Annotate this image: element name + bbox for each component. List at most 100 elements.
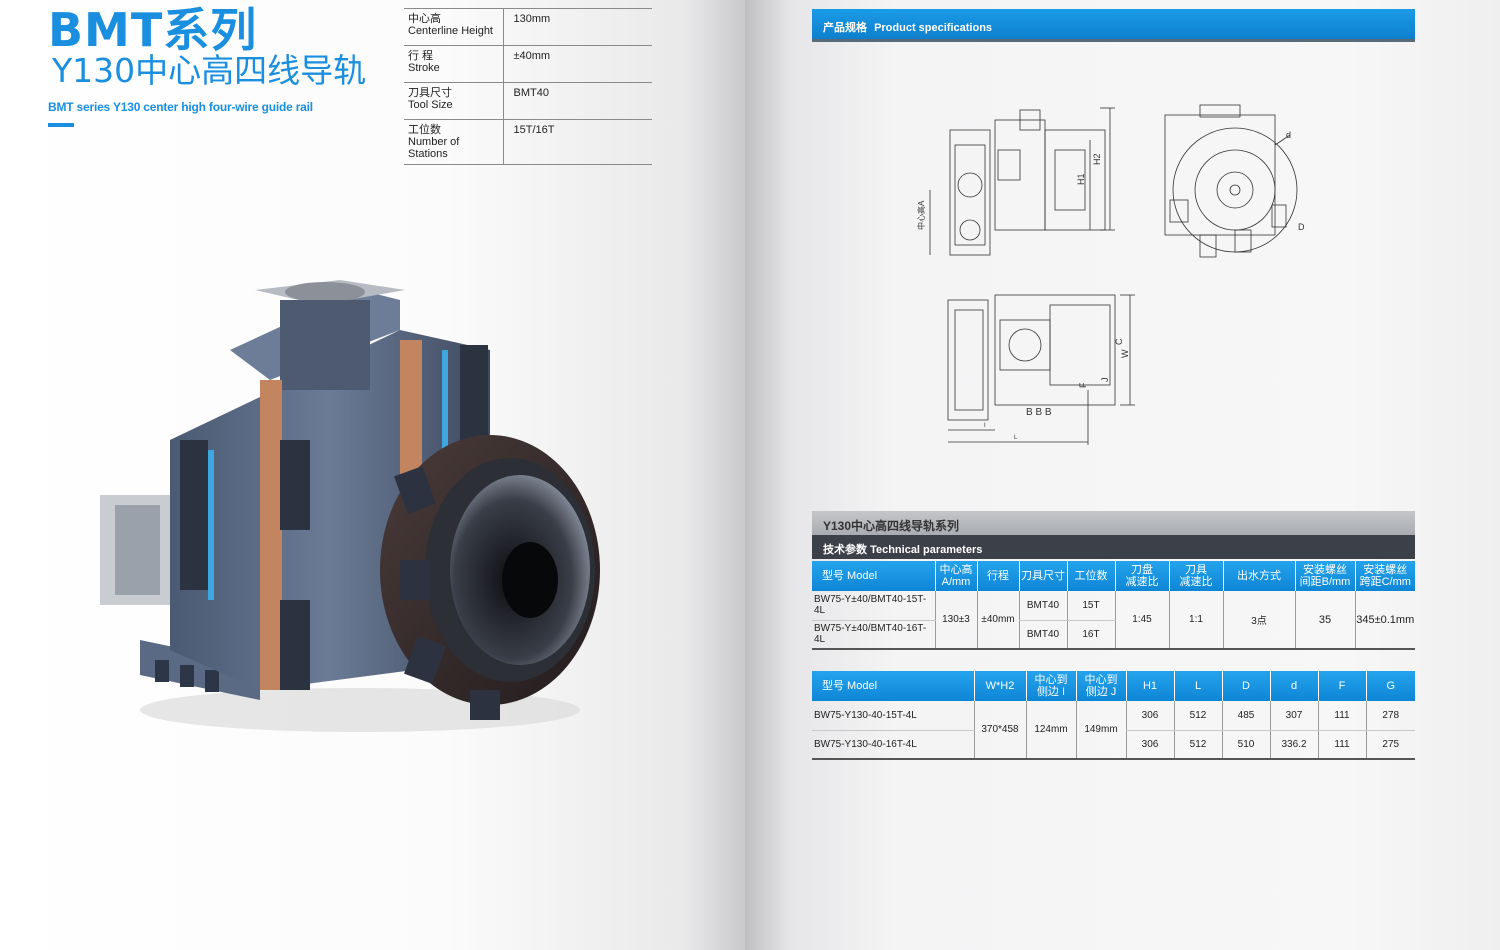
label-d-small: d — [1286, 130, 1291, 140]
series-title: BMT系列 — [48, 3, 258, 57]
spec-value: BMT40 — [503, 82, 652, 120]
f-cell: 111 — [1317, 730, 1366, 760]
g-cell: 278 — [1365, 701, 1415, 731]
small-d-cell: 307 — [1269, 701, 1318, 731]
spec-label-cn: 工位数 — [408, 124, 441, 136]
spec-row: 行 程 Stroke ±40mm — [404, 45, 652, 83]
label-f: F — [1078, 382, 1088, 388]
spec-label-en: Tool Size — [408, 99, 453, 111]
spec-value: 130mm — [503, 8, 652, 46]
h1-cell: 306 — [1125, 701, 1174, 731]
parameters-table-2: 型号 Model W*H2 中心到 侧边 I 中心到 侧边 J H1 L D d… — [812, 671, 1415, 760]
label-i: I — [984, 423, 986, 429]
table-header-row: 型号 Model W*H2 中心到 侧边 I 中心到 侧边 J H1 L D d… — [812, 671, 1415, 701]
table-header: 中心高 A/mm — [934, 561, 977, 591]
title-underline — [48, 123, 74, 127]
g-cell: 275 — [1365, 730, 1415, 760]
product-spec-header-cn: 产品规格 — [823, 22, 867, 34]
spec-label-cn: 刀具尺寸 — [408, 87, 452, 99]
h1-cell: 306 — [1125, 730, 1174, 760]
screw-span-c-cell: 345±0.1mm — [1354, 591, 1415, 650]
spec-label-cn: 行 程 — [408, 50, 434, 62]
spec-row: 中心高 Centerline Height 130mm — [404, 8, 652, 46]
label-d-big: D — [1298, 222, 1305, 232]
label-center-height: 中心高A — [916, 200, 926, 230]
center-to-side-j-cell: 149mm — [1075, 701, 1126, 760]
technical-drawings: H2 H1 中心高A d D C W F J B B B I L — [916, 104, 1305, 445]
label-j: J — [1100, 378, 1110, 383]
product-spec-header-en: Product specifications — [874, 22, 993, 34]
series-header: Y130中心高四线导轨系列 — [812, 511, 1415, 535]
label-h1: H1 — [1076, 173, 1086, 185]
side-view-drawing — [929, 107, 1115, 256]
table-header: 中心到 侧边 J — [1075, 671, 1126, 701]
parameters-table-1: 型号 Model 中心高 A/mm 行程 刀具尺寸 工位数 刀盘 减速比 刀具 … — [812, 561, 1415, 650]
technical-parameters-cn: 技术参数 — [823, 544, 867, 556]
l-cell: 512 — [1173, 730, 1222, 760]
stroke-cell: ±40mm — [976, 591, 1019, 650]
label-c: C — [1114, 338, 1124, 345]
table-header: W*H2 — [973, 671, 1026, 701]
technical-parameters-header: 技术参数 Technical parameters — [812, 535, 1415, 559]
front-view-drawing — [1164, 104, 1298, 258]
table-header: D — [1221, 671, 1270, 701]
table-header: 型号 Model — [812, 561, 935, 591]
label-l: L — [1014, 435, 1018, 441]
top-view-drawing — [947, 294, 1135, 445]
spec-value: 15T/16T — [503, 119, 652, 165]
table-header: 安装螺丝 间距B/mm — [1294, 561, 1355, 591]
product-title-english: BMT series Y130 center high four-wire gu… — [48, 100, 313, 114]
turret-product-image — [100, 280, 600, 732]
big-d-cell: 510 — [1221, 730, 1270, 760]
stations-cell: 15T — [1066, 591, 1115, 621]
product-spec-header: 产品规格 Product specifications — [812, 9, 1415, 42]
model-cell: BW75-Y130-40-16T-4L — [812, 730, 974, 760]
table-header: H1 — [1125, 671, 1174, 701]
center-to-side-i-cell: 124mm — [1025, 701, 1076, 760]
spec-label-en: Stroke — [408, 62, 440, 74]
table-header: 型号 Model — [812, 671, 974, 701]
l-cell: 512 — [1173, 701, 1222, 731]
big-d-cell: 485 — [1221, 701, 1270, 731]
tool-size-cell: BMT40 — [1018, 591, 1067, 621]
table-row: BW75-Y130-40-15T-4L 370*458 124mm 149mm … — [812, 701, 1415, 760]
table-header: 安装螺丝 跨距C/mm — [1354, 561, 1415, 591]
table-header: 刀具尺寸 — [1018, 561, 1067, 591]
spec-summary-table: 中心高 Centerline Height 130mm 行 程 Stroke ±40… — [404, 8, 652, 165]
label-h2: H2 — [1092, 153, 1102, 165]
label-w: W — [1120, 349, 1130, 358]
table-header: F — [1317, 671, 1366, 701]
model-cell: BW75-Y130-40-15T-4L — [812, 701, 974, 731]
table-header: 行程 — [976, 561, 1019, 591]
screw-pitch-b-cell: 35 — [1294, 591, 1355, 650]
table-header: d — [1269, 671, 1318, 701]
table-header: 出水方式 — [1222, 561, 1295, 591]
center-height-cell: 130±3 — [934, 591, 977, 650]
tool-ratio-cell: 1:1 — [1168, 591, 1223, 650]
model-cell: BW75-Y±40/BMT40-16T-4L — [812, 620, 935, 650]
spec-label-en: Number of Stations — [408, 136, 460, 160]
spec-value: ±40mm — [503, 45, 652, 83]
spec-label-cn: 中心高 — [408, 13, 441, 25]
spec-row: 工位数 Number of Stations 15T/16T — [404, 119, 652, 165]
technical-parameters-en: Technical parameters — [870, 544, 983, 556]
table-header: G — [1365, 671, 1415, 701]
table-header-row: 型号 Model 中心高 A/mm 行程 刀具尺寸 工位数 刀盘 减速比 刀具 … — [812, 561, 1415, 591]
table-header: 中心到 侧边 I — [1025, 671, 1076, 701]
table-header: 刀盘 减速比 — [1114, 561, 1169, 591]
wh2-cell: 370*458 — [973, 701, 1026, 760]
tool-size-cell: BMT40 — [1018, 620, 1067, 650]
f-cell: 111 — [1317, 701, 1366, 731]
table-header: L — [1173, 671, 1222, 701]
spec-label-en: Centerline Height — [408, 25, 493, 37]
model-cell: BW75-Y±40/BMT40-15T-4L — [812, 591, 935, 621]
table-row: BW75-Y±40/BMT40-15T-4L 130±3 ±40mm BMT40… — [812, 591, 1415, 650]
table-header: 工位数 — [1066, 561, 1115, 591]
product-title: Y130中心高四线导轨 — [52, 51, 367, 90]
stations-cell: 16T — [1066, 620, 1115, 650]
water-outlet-cell: 3点 — [1222, 591, 1295, 650]
small-d-cell: 336.2 — [1269, 730, 1318, 760]
spec-row: 刀具尺寸 Tool Size BMT40 — [404, 82, 652, 120]
label-bbb: B B B — [1026, 407, 1052, 418]
table-header: 刀具 减速比 — [1168, 561, 1223, 591]
